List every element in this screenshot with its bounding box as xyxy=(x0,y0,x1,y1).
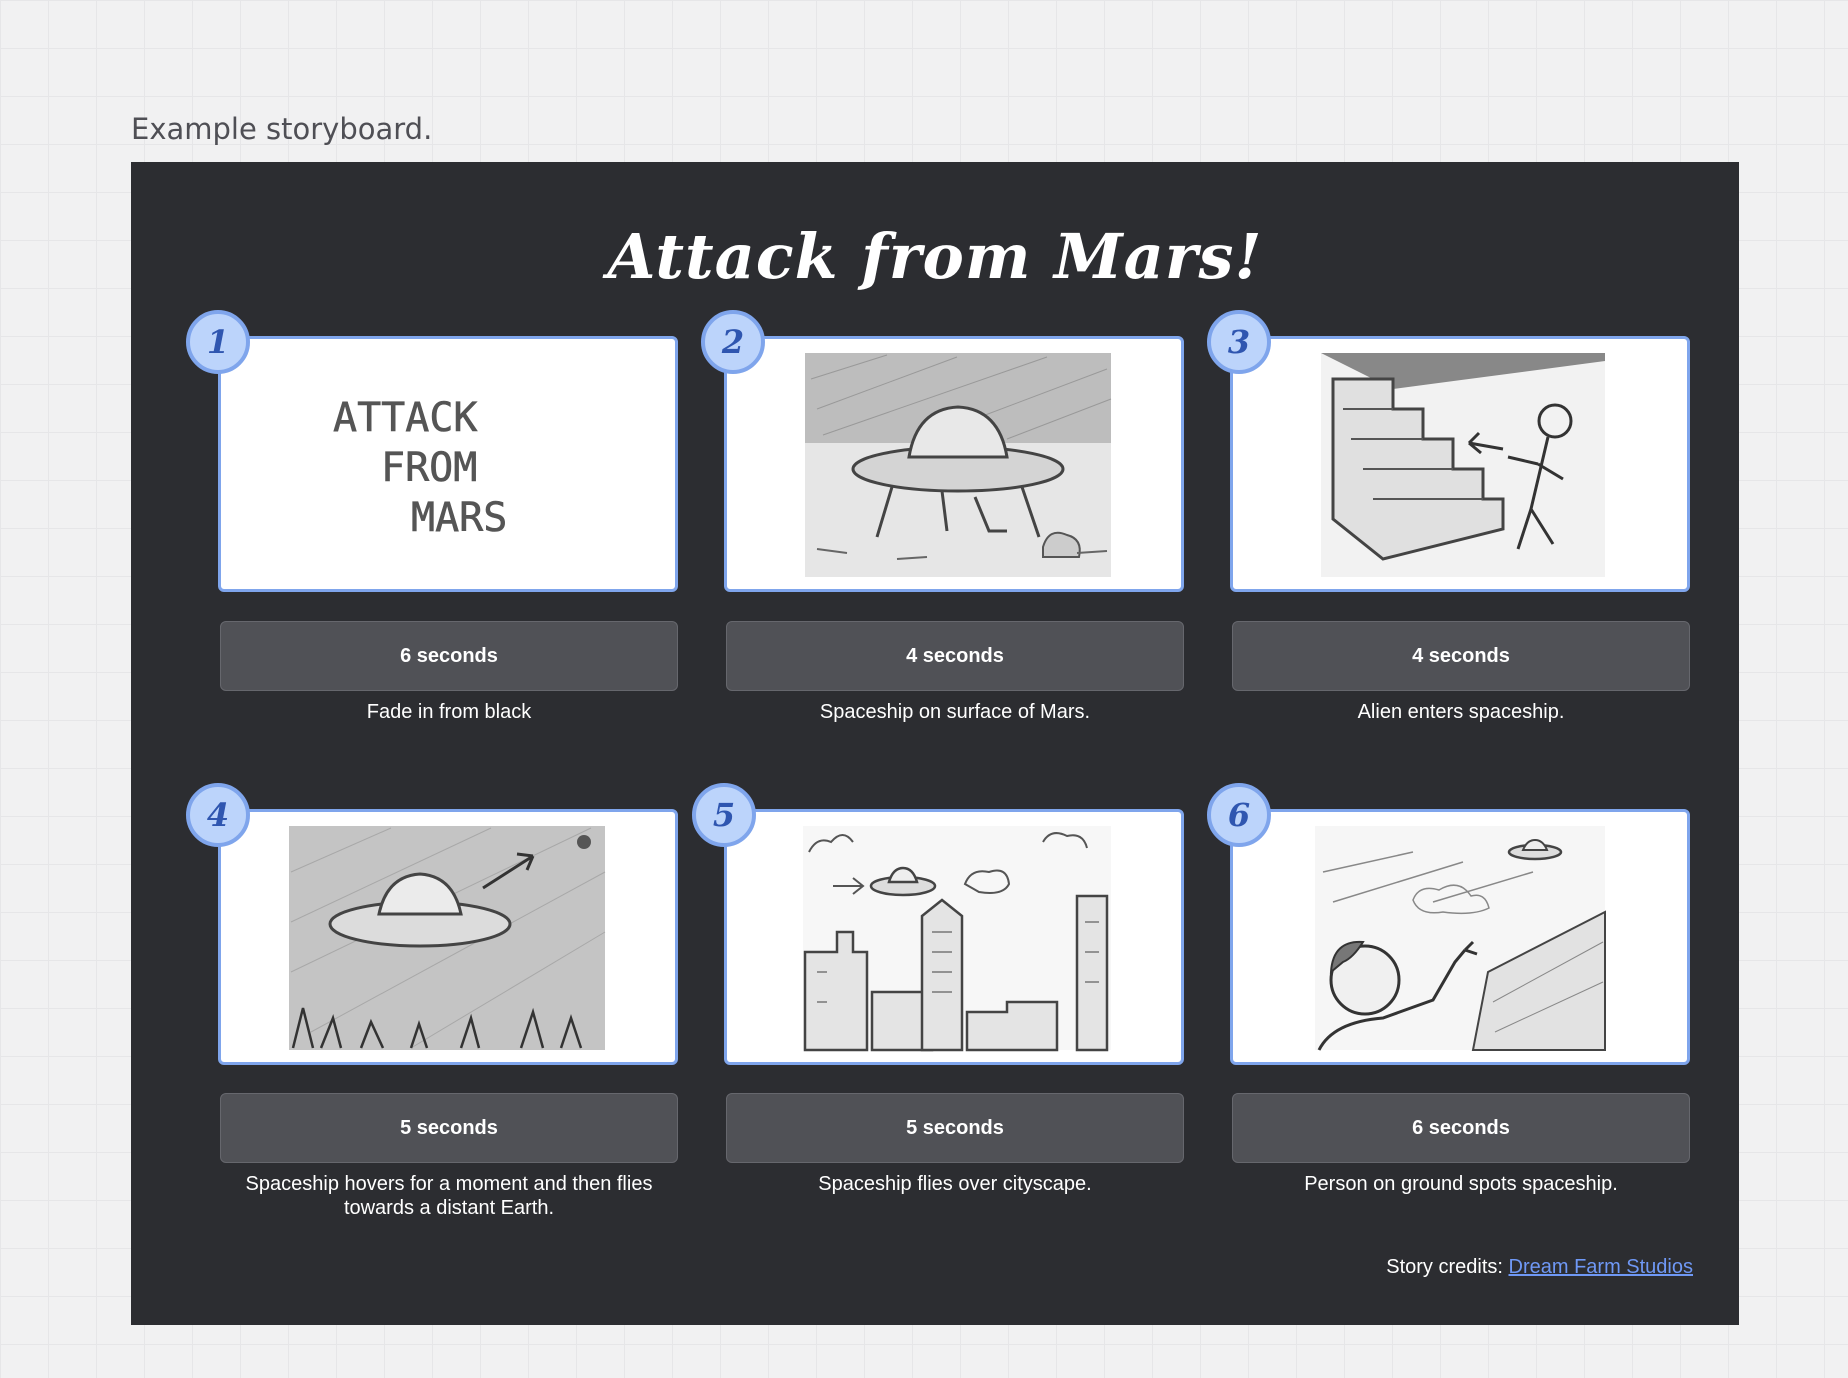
panel-5-duration[interactable]: 5 seconds xyxy=(726,1093,1184,1163)
panel-6-duration[interactable]: 6 seconds xyxy=(1232,1093,1690,1163)
panel-5-description: Spaceship flies over cityscape. xyxy=(818,1173,1092,1195)
panel-6-description: Person on ground spots spaceship. xyxy=(1304,1173,1618,1195)
panel-4-number: 4 xyxy=(186,783,250,847)
spaceship-hovers-sketch xyxy=(289,826,606,1050)
panel-6-number: 6 xyxy=(1207,783,1271,847)
sketch-text-2: FROM xyxy=(381,445,477,491)
storyboard-title: Attack from Mars! xyxy=(607,220,1263,293)
storyboard: Attack from Mars! ATTACK FROM MARS 1 6 s… xyxy=(131,162,1739,1325)
person-spots-spaceship-sketch xyxy=(1315,826,1606,1051)
panel-3-description: Alien enters spaceship. xyxy=(1357,701,1565,723)
story-credits: Story credits: Dream Farm Studios xyxy=(1386,1256,1693,1279)
panel-6-frame[interactable] xyxy=(1230,809,1690,1065)
panel-3-frame[interactable] xyxy=(1230,336,1690,592)
panel-4-frame[interactable] xyxy=(218,809,678,1065)
panel-5-number: 5 xyxy=(692,783,756,847)
panel-2-description: Spaceship on surface of Mars. xyxy=(819,701,1091,723)
panel-2-duration[interactable]: 4 seconds xyxy=(726,621,1184,691)
panel-3-duration[interactable]: 4 seconds xyxy=(1232,621,1690,691)
caption: Example storyboard. xyxy=(131,112,433,146)
panel-1-duration[interactable]: 6 seconds xyxy=(220,621,678,691)
panel-5-frame[interactable] xyxy=(724,809,1184,1065)
panel-3-number: 3 xyxy=(1207,310,1271,374)
sketch-text-1: ATTACK xyxy=(333,395,478,441)
panel-1-description: Fade in from black xyxy=(366,701,532,723)
panel-4-description: Spaceship hovers for a moment and then f… xyxy=(245,1173,653,1219)
panel-2-frame[interactable] xyxy=(724,336,1184,592)
spaceship-over-city-sketch xyxy=(803,826,1111,1052)
panel-1-frame[interactable]: ATTACK FROM MARS xyxy=(218,336,678,592)
title-card-sketch: ATTACK FROM MARS xyxy=(333,395,508,542)
spaceship-on-mars-sketch xyxy=(805,353,1112,577)
alien-enters-spaceship-sketch xyxy=(1321,353,1605,577)
panel-1-number: 1 xyxy=(186,310,250,374)
credits-link[interactable]: Dream Farm Studios xyxy=(1509,1256,1694,1278)
sketch-text-3: MARS xyxy=(411,495,507,541)
panel-4-duration[interactable]: 5 seconds xyxy=(220,1093,678,1163)
credits-label: Story credits: xyxy=(1386,1256,1503,1278)
panel-2-number: 2 xyxy=(701,310,765,374)
